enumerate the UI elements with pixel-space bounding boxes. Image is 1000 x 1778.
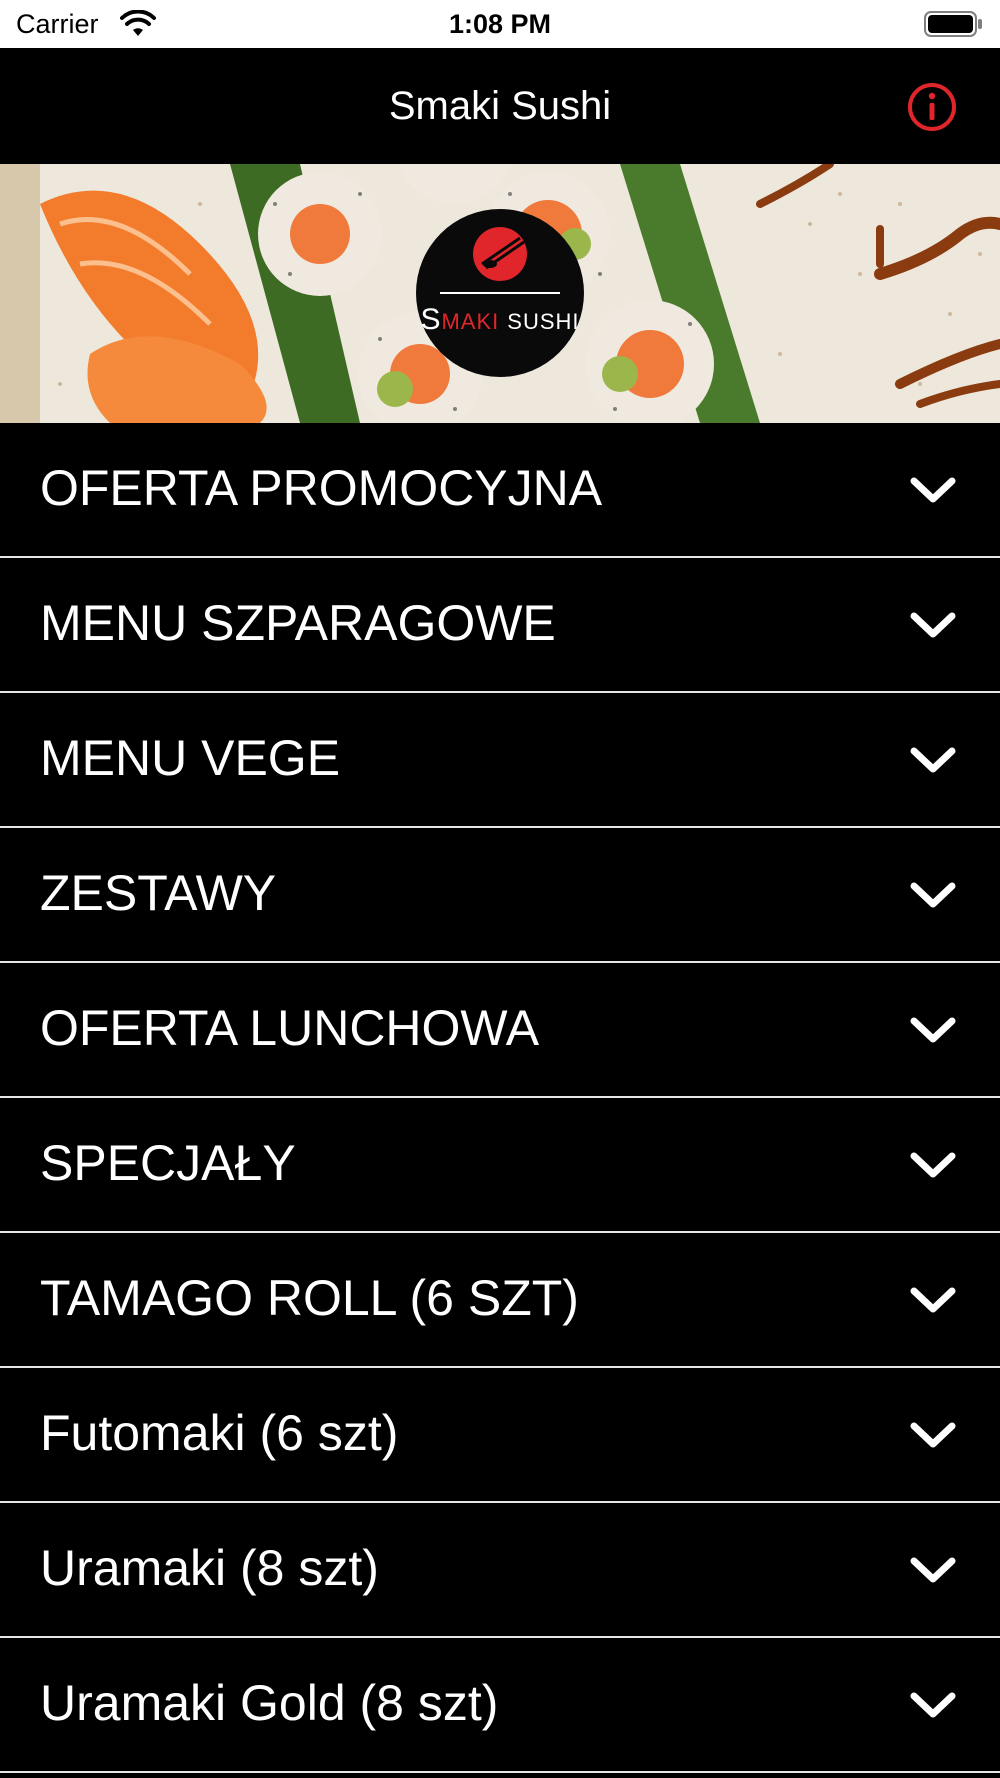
menu-category-uramaki-gold[interactable]: Uramaki Gold (8 szt): [0, 1638, 1000, 1773]
menu-category-label: OFERTA LUNCHOWA: [40, 1000, 540, 1056]
menu-category-label: MENU SZPARAGOWE: [40, 595, 556, 651]
status-bar: Carrier 1:08 PM: [0, 0, 1000, 48]
menu-category-label: TAMAGO ROLL (6 SZT): [40, 1270, 579, 1326]
menu-category-uramaki[interactable]: Uramaki (8 szt): [0, 1503, 1000, 1638]
chevron-down-icon: [910, 612, 956, 638]
menu-category-list: OFERTA PROMOCYJNA MENU SZPARAGOWE MENU V…: [0, 423, 1000, 1773]
logo-text-sushi: SUSHI: [507, 309, 579, 334]
menu-category-label: OFERTA PROMOCYJNA: [40, 460, 603, 516]
menu-category-oferta-lunchowa[interactable]: OFERTA LUNCHOWA: [0, 963, 1000, 1098]
chevron-down-icon: [910, 1152, 956, 1178]
chevron-down-icon: [910, 1287, 956, 1313]
chevron-down-icon: [910, 1422, 956, 1448]
battery-icon: [924, 11, 984, 42]
menu-category-label: Futomaki (6 szt): [40, 1405, 399, 1461]
menu-category-futomaki[interactable]: Futomaki (6 szt): [0, 1368, 1000, 1503]
menu-category-specjaly[interactable]: SPECJAŁY: [0, 1098, 1000, 1233]
menu-category-tamago-roll[interactable]: TAMAGO ROLL (6 SZT): [0, 1233, 1000, 1368]
menu-category-oferta-promocyjna[interactable]: OFERTA PROMOCYJNA: [0, 423, 1000, 558]
menu-category-label: MENU VEGE: [40, 730, 341, 786]
info-icon: [908, 83, 956, 131]
navigation-bar: Smaki Sushi: [0, 48, 1000, 164]
logo: SMAKI SUSHI: [416, 209, 584, 377]
menu-category-zestawy[interactable]: ZESTAWY: [0, 828, 1000, 963]
logo-text-maki: MAKI: [441, 309, 499, 334]
menu-category-label: Uramaki Gold (8 szt): [40, 1675, 499, 1731]
chevron-down-icon: [910, 1557, 956, 1583]
menu-category-label: Uramaki (8 szt): [40, 1540, 379, 1596]
chevron-down-icon: [910, 477, 956, 503]
status-time: 1:08 PM: [448, 9, 552, 39]
menu-category-menu-szparagowe[interactable]: MENU SZPARAGOWE: [0, 558, 1000, 693]
menu-category-menu-vege[interactable]: MENU VEGE: [0, 693, 1000, 828]
page-title: Smaki Sushi: [388, 84, 612, 128]
logo-text-s: S: [420, 303, 441, 336]
chevron-down-icon: [910, 882, 956, 908]
menu-category-label: ZESTAWY: [40, 865, 277, 921]
banner-image: SMAKI SUSHI: [0, 164, 1000, 423]
chevron-down-icon: [910, 1692, 956, 1718]
menu-category-label: SPECJAŁY: [40, 1135, 296, 1191]
info-button[interactable]: [906, 81, 958, 133]
chevron-down-icon: [910, 747, 956, 773]
chevron-down-icon: [910, 1017, 956, 1043]
